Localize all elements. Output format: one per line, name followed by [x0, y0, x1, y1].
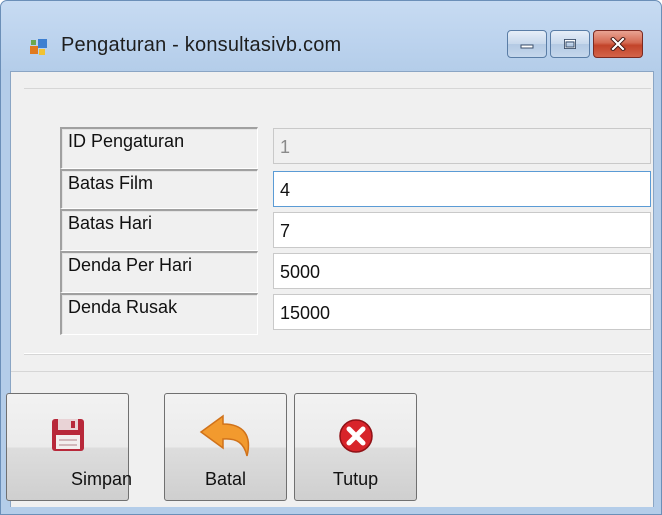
save-button-label: Simpan — [71, 469, 133, 489]
floppy-disk-icon — [51, 419, 84, 451]
maximize-icon — [564, 39, 576, 49]
label-denda-per-hari: Denda Per Hari — [60, 251, 258, 293]
input-id-pengaturan[interactable]: 1 — [273, 128, 651, 164]
close-icon — [610, 37, 626, 51]
close-button[interactable]: Tutup — [294, 393, 417, 501]
app-window-icon — [30, 39, 47, 55]
input-batas-film[interactable]: 4 — [273, 171, 651, 207]
label-id-pengaturan: ID Pengaturan — [60, 127, 258, 169]
cancel-button[interactable]: Batal — [164, 393, 287, 501]
input-denda-per-hari[interactable]: 5000 — [273, 253, 651, 289]
label-batas-hari: Batas Hari — [60, 209, 258, 251]
save-button[interactable]: Simpan — [6, 393, 133, 501]
input-denda-rusak[interactable]: 15000 — [273, 294, 651, 330]
label-denda-rusak: Denda Rusak — [60, 293, 258, 335]
red-x-icon — [338, 419, 373, 453]
label-batas-film: Batas Film — [60, 169, 258, 209]
cancel-button-label: Batal — [204, 469, 247, 489]
input-batas-hari[interactable]: 7 — [273, 212, 651, 248]
settings-panel: ID Pengaturan 1 Batas Film 4 Batas Hari … — [24, 88, 651, 354]
maximize-button[interactable] — [550, 30, 590, 58]
window-title: Pengaturan - konsultasivb.com — [61, 34, 342, 56]
minimize-icon — [520, 44, 534, 49]
title-bar[interactable]: Pengaturan - konsultasivb.com — [1, 1, 661, 71]
settings-window: Pengaturan - konsultasivb.com ID Pengatu… — [0, 0, 662, 515]
minimize-button[interactable] — [507, 30, 547, 58]
close-button-label: Tutup — [332, 469, 379, 489]
undo-arrow-icon — [199, 414, 249, 457]
button-panel: Simpan Batal Tutup — [6, 371, 653, 507]
client-area: ID Pengaturan 1 Batas Film 4 Batas Hari … — [6, 71, 654, 507]
close-window-button[interactable] — [593, 30, 643, 58]
